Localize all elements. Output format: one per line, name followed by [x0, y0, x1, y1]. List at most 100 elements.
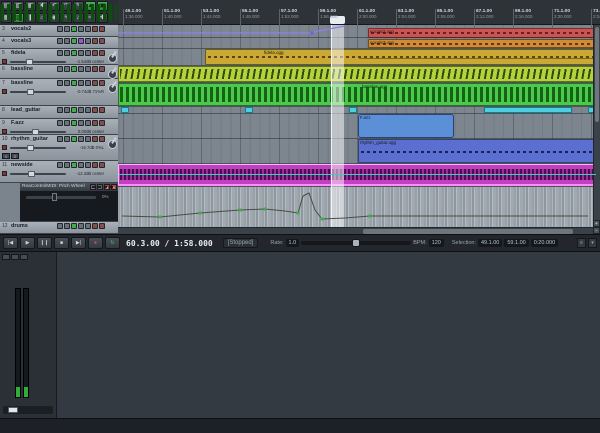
go-to-end-button[interactable]: ▶|: [71, 237, 86, 249]
record-arm-button[interactable]: [85, 136, 91, 142]
master-io-button[interactable]: [20, 254, 28, 260]
fx-button[interactable]: [71, 50, 77, 56]
track-mute-button[interactable]: [2, 171, 7, 176]
mute-button[interactable]: [92, 50, 98, 56]
env-button[interactable]: [57, 38, 63, 44]
io-button[interactable]: [64, 223, 70, 229]
record-arm-button[interactable]: [85, 223, 91, 229]
clip-vocals3[interactable]: vocals3.ogg: [368, 39, 597, 48]
volume-slider[interactable]: [10, 131, 66, 133]
track-mute-button[interactable]: [2, 89, 7, 94]
zoom-out-button[interactable]: −: [593, 227, 600, 234]
volume-slider[interactable]: [10, 61, 66, 63]
io-button[interactable]: [64, 38, 70, 44]
env-button[interactable]: [57, 50, 63, 56]
track-panel-vocals3[interactable]: 4vocals3: [0, 37, 118, 49]
env-button[interactable]: [57, 26, 63, 32]
go-to-start-button[interactable]: |◀: [3, 237, 18, 249]
clip-fazz[interactable]: F.azz: [358, 114, 454, 138]
io-button[interactable]: [64, 66, 70, 72]
volume-slider-handle[interactable]: [27, 89, 34, 95]
vertical-scrollbar[interactable]: [593, 25, 600, 227]
fx-button[interactable]: [71, 136, 77, 142]
record-arm-button[interactable]: [85, 107, 91, 113]
solo-button[interactable]: [99, 66, 105, 72]
repeat-button[interactable]: ↻: [105, 237, 120, 249]
env-button[interactable]: [57, 120, 63, 126]
transport-time-display[interactable]: 60.3.00 / 1:58.000: [126, 239, 213, 248]
io-button[interactable]: [64, 26, 70, 32]
mute-button[interactable]: [92, 107, 98, 113]
master-mono-button[interactable]: [11, 254, 19, 260]
fx-panel-titlebar[interactable]: ReaControlMIDI: Pitch Wheel≡▫●✕: [20, 183, 118, 191]
env-button[interactable]: [57, 66, 63, 72]
io-button[interactable]: [64, 162, 70, 168]
master-fx-button[interactable]: [2, 254, 10, 260]
io-button[interactable]: [64, 136, 70, 142]
io-button[interactable]: [64, 80, 70, 86]
timeline-ruler[interactable]: 49.1.001:36.00051.1.001:40.00053.1.001:4…: [118, 0, 600, 25]
monitor-button[interactable]: [78, 26, 84, 32]
reacontrolmidi-panel[interactable]: ReaControlMIDI: Pitch Wheel≡▫●✕0%: [20, 183, 118, 222]
record-arm-button[interactable]: [85, 66, 91, 72]
track-panel-fidela[interactable]: 5fidela-1.54dB center: [0, 49, 118, 65]
record-arm-button[interactable]: [85, 26, 91, 32]
solo-button[interactable]: [99, 223, 105, 229]
monitor-button[interactable]: [78, 136, 84, 142]
monitor-button[interactable]: [78, 66, 84, 72]
env-button[interactable]: [57, 80, 63, 86]
record-arm-button[interactable]: [85, 80, 91, 86]
env-button[interactable]: [57, 136, 63, 142]
track-panel-lead_guitar[interactable]: 8lead_guitar: [0, 106, 118, 119]
volume-slider-handle[interactable]: [28, 171, 35, 177]
volume-slider[interactable]: [10, 147, 66, 149]
transport-menu-button[interactable]: ≡: [577, 238, 586, 248]
horizontal-scrollbar[interactable]: [118, 227, 593, 234]
track-mute-button[interactable]: [2, 59, 7, 64]
stop-button[interactable]: ■: [54, 237, 69, 249]
master-fader-handle[interactable]: [8, 407, 18, 413]
mixer-icon[interactable]: ▥: [13, 13, 24, 23]
mute-button[interactable]: [92, 26, 98, 32]
mute-button[interactable]: [92, 120, 98, 126]
record-arm-button[interactable]: [85, 162, 91, 168]
mute-button[interactable]: [92, 162, 98, 168]
track-mute-button[interactable]: [2, 145, 7, 150]
pause-button[interactable]: ❙❙: [37, 237, 52, 249]
rate-value[interactable]: 1.0: [286, 239, 300, 247]
monitor-button[interactable]: [78, 120, 84, 126]
env-button[interactable]: [57, 107, 63, 113]
record-arm-button[interactable]: [85, 120, 91, 126]
mute-button[interactable]: [92, 66, 98, 72]
pitch-wheel-slider[interactable]: [26, 196, 96, 199]
env-button[interactable]: [57, 223, 63, 229]
fx-button[interactable]: [71, 26, 77, 32]
mute-button[interactable]: [92, 136, 98, 142]
monitor-button[interactable]: [78, 50, 84, 56]
track-panel-bassline[interactable]: 6bassline: [0, 65, 118, 79]
selection-length[interactable]: 0:20.000: [531, 239, 558, 247]
fx-button[interactable]: [71, 162, 77, 168]
solo-button[interactable]: [99, 26, 105, 32]
track-panel-F.azz[interactable]: 9F.azz0.00dB center: [0, 119, 118, 135]
panel-close-button[interactable]: ✕: [111, 184, 117, 190]
arrange-view[interactable]: vocals2.oggvocals3.oggfidela.oggbassline…: [118, 25, 600, 234]
env-button[interactable]: [57, 162, 63, 168]
fx-slot-button[interactable]: 2: [11, 153, 19, 159]
record-arm-button[interactable]: [85, 38, 91, 44]
solo-button[interactable]: [99, 136, 105, 142]
clip-bassline-midi[interactable]: [118, 66, 597, 82]
clip-bassline[interactable]: bassline.ogg: [118, 83, 597, 106]
clip-rhythm-guitar[interactable]: rhythm_guitar.ogg: [358, 139, 597, 163]
mute-button[interactable]: [92, 80, 98, 86]
pitch-wheel-handle[interactable]: [52, 193, 57, 201]
monitor-button[interactable]: [78, 162, 84, 168]
solo-button[interactable]: [99, 50, 105, 56]
master-strip[interactable]: [0, 252, 57, 418]
track-panel-vocals2[interactable]: 3vocals2: [0, 25, 118, 37]
monitor-button[interactable]: [78, 80, 84, 86]
solo-button[interactable]: [99, 80, 105, 86]
monitor-button[interactable]: [78, 38, 84, 44]
fx-button[interactable]: [71, 120, 77, 126]
bpm-value[interactable]: 120: [429, 239, 444, 247]
